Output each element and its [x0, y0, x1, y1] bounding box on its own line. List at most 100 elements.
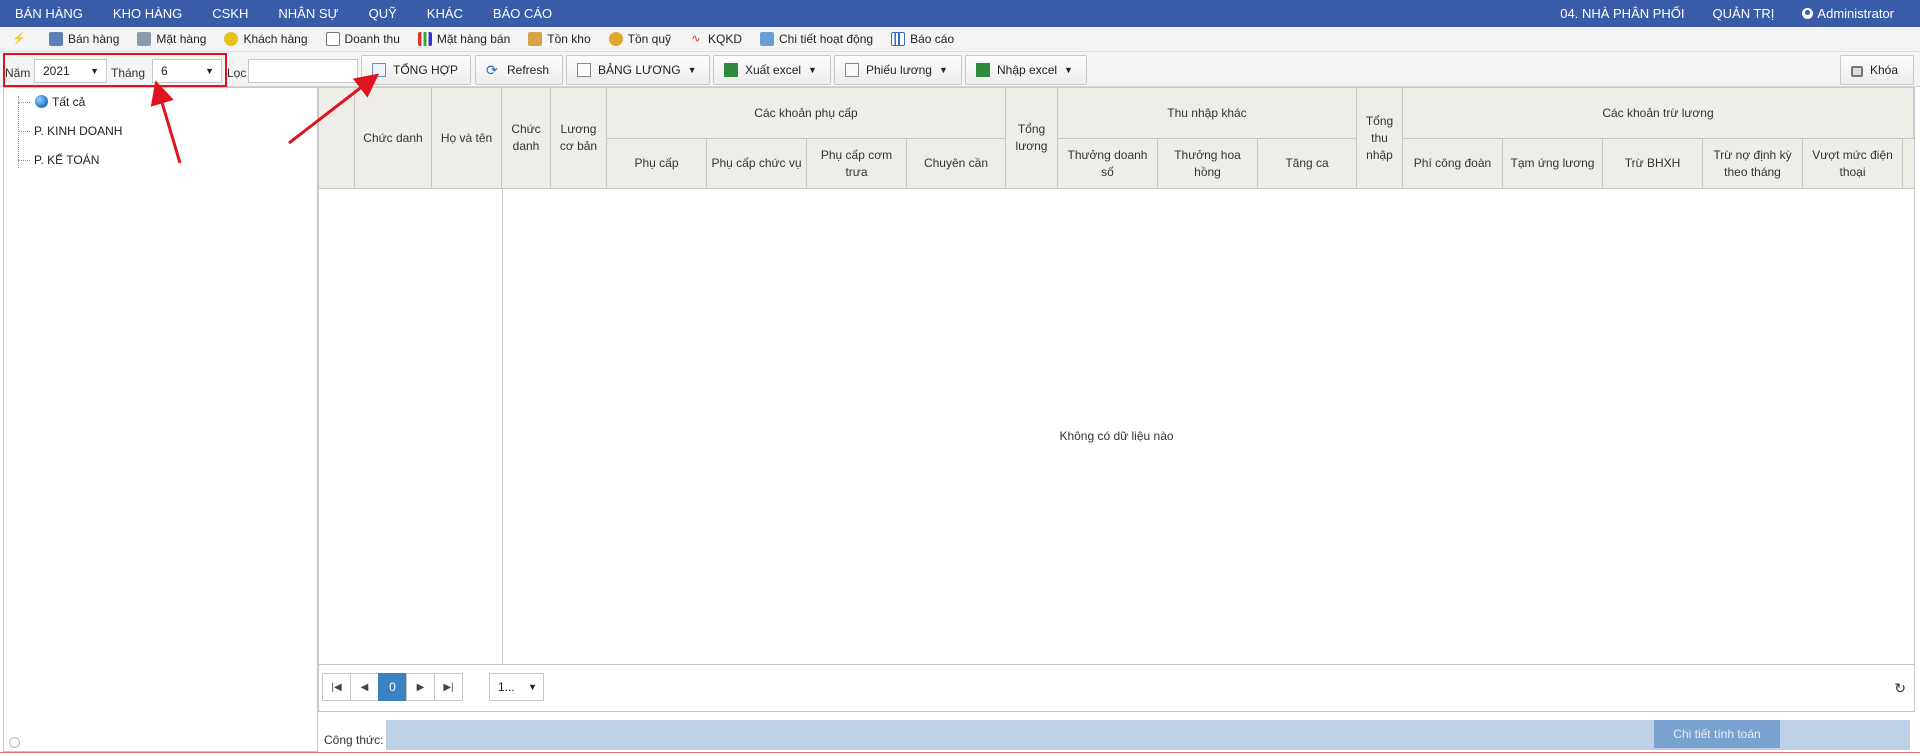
header-group-tru-luong: Các khoản trừ lương	[1403, 88, 1914, 139]
pulse-icon: ∿	[691, 33, 701, 45]
menu-bao-cao[interactable]: BÁO CÁO	[478, 0, 567, 27]
quick-ton-kho[interactable]: Tồn kho	[528, 32, 591, 46]
menu-cskh[interactable]: CSKH	[197, 0, 263, 27]
tree-node-ke-toan[interactable]: P. KẾ TOÁN	[34, 153, 99, 167]
header-vuot-muc-dien-thoai[interactable]: Vượt mức điện thoại	[1803, 139, 1903, 189]
quick-bao-cao[interactable]: Báo cáo	[891, 32, 954, 46]
bang-luong-button[interactable]: BẢNG LƯƠNG ▼	[566, 55, 710, 85]
user-icon	[1802, 8, 1814, 19]
column-divider	[502, 189, 503, 664]
coins-icon	[608, 32, 623, 46]
document-icon	[577, 63, 591, 77]
quick-ban-hang[interactable]: Bán hàng	[49, 32, 119, 46]
quick-chi-tiet-hoat-dong[interactable]: Chi tiết hoạt động	[760, 32, 873, 46]
tree-line	[18, 102, 30, 103]
header-tru-no-dinh-ky[interactable]: Trừ nợ định kỳ theo tháng	[1703, 139, 1803, 189]
menu-quy[interactable]: QUỸ	[354, 0, 412, 27]
header-tru-bhxh[interactable]: Trừ BHXH	[1603, 139, 1703, 189]
last-page-button[interactable]: ▶|	[434, 673, 463, 701]
tree-node-all[interactable]: Tất cả	[35, 95, 85, 109]
chevron-down-icon: ▼	[687, 65, 697, 75]
header-tam-ung-luong[interactable]: Tạm ứng lương	[1503, 139, 1603, 189]
quick-bar: ⚡ Bán hàng Mặt hàng Khách hàng Doanh thu…	[0, 27, 1920, 52]
refresh-button[interactable]: ⟳ Refresh	[475, 55, 563, 85]
filter-label: Lọc	[227, 66, 247, 80]
header-tang-ca[interactable]: Tăng ca	[1258, 139, 1357, 189]
user-menu[interactable]: Administrator	[1788, 6, 1908, 21]
menu-khac[interactable]: KHÁC	[412, 0, 478, 27]
department-tree: Tất cả P. KINH DOANH P. KẾ TOÁN	[3, 87, 318, 752]
top-menu: BÁN HÀNG KHO HÀNG CSKH NHÂN SỰ QUỸ KHÁC …	[0, 0, 567, 27]
quick-doanh-thu[interactable]: Doanh thu	[325, 32, 400, 46]
header-thuong-hoa-hong[interactable]: Thưởng hoa hồng	[1158, 139, 1258, 189]
chevron-down-icon: ▼	[205, 66, 214, 76]
toolbar: Năm 2021 ▼ Tháng 6 ▼ Lọc TỔNG HỢP ⟳ Refresh…	[0, 52, 1920, 87]
header-phi-cong-doan[interactable]: Phí công đoàn	[1403, 139, 1503, 189]
tree-line	[18, 131, 30, 132]
header-chuc-danh[interactable]: Chức danh	[355, 88, 432, 189]
search-icon[interactable]	[9, 737, 20, 748]
khoa-button[interactable]: Khóa	[1840, 55, 1914, 85]
quick-mat-hang-ban[interactable]: Mặt hàng bán	[417, 32, 510, 46]
menu-nhan-su[interactable]: NHÂN SỰ	[263, 0, 353, 27]
month-select[interactable]: 6 ▼	[152, 59, 222, 83]
refresh-icon: ⟳	[486, 62, 498, 78]
empty-message: Không có dữ liệu nào	[1059, 429, 1174, 443]
top-right: 04. NHÀ PHÂN PHỐI QUẢN TRỊ Administrator	[1546, 0, 1908, 27]
top-nav: BÁN HÀNG KHO HÀNG CSKH NHÂN SỰ QUỸ KHÁC …	[0, 0, 1920, 27]
current-page[interactable]: 0	[378, 673, 407, 701]
chevron-down-icon: ▼	[1064, 65, 1073, 75]
header-luong-co-ban[interactable]: Lương cơ bản	[551, 88, 607, 189]
stock-icon	[528, 32, 543, 46]
user-name: Administrator	[1817, 6, 1894, 21]
quick-mat-hang[interactable]: Mặt hàng	[137, 32, 206, 46]
admin-link[interactable]: QUẢN TRỊ	[1699, 6, 1789, 21]
filter-input[interactable]	[248, 59, 358, 83]
revenue-icon	[325, 32, 340, 46]
tree-line	[18, 96, 19, 168]
globe-icon	[35, 95, 48, 108]
header-chuc-danh-2[interactable]: Chức danh	[502, 88, 551, 189]
prev-page-button[interactable]: ◀	[350, 673, 379, 701]
header-phu-cap[interactable]: Phụ cấp	[607, 139, 707, 189]
grid-header: Chức danh Họ và tên Chức danh Lương cơ b…	[319, 88, 1914, 189]
customer-icon	[224, 32, 239, 46]
reload-icon[interactable]: ↻	[1894, 680, 1906, 697]
chevron-down-icon: ▼	[90, 66, 99, 76]
year-select[interactable]: 2021 ▼	[34, 59, 107, 83]
branch-link[interactable]: 04. NHÀ PHÂN PHỐI	[1546, 6, 1698, 21]
menu-kho-hang[interactable]: KHO HÀNG	[98, 0, 197, 27]
header-chuyen-can[interactable]: Chuyên cần	[907, 139, 1006, 189]
menu-ban-hang[interactable]: BÁN HÀNG	[0, 0, 98, 27]
chart-icon	[417, 32, 432, 46]
xuat-excel-button[interactable]: Xuất excel ▼	[713, 55, 831, 85]
sale-icon	[49, 32, 63, 46]
header-tong-luong[interactable]: Tổng lương	[1006, 88, 1058, 189]
excel-icon	[976, 63, 990, 77]
tong-hop-button[interactable]: TỔNG HỢP	[361, 55, 471, 85]
next-page-button[interactable]: ▶	[406, 673, 435, 701]
header-thuong-doanh-so[interactable]: Thưởng doanh số	[1058, 139, 1158, 189]
tree-node-kinh-doanh[interactable]: P. KINH DOANH	[34, 124, 122, 138]
header-group-thu-nhap-khac: Thu nhập khác	[1058, 88, 1357, 139]
calc-detail-button[interactable]: Chi tiết tính toán	[1654, 720, 1780, 748]
quick-ton-quy[interactable]: Tồn quỹ	[608, 32, 671, 46]
year-label: Năm	[5, 66, 31, 80]
lightning-icon[interactable]: ⚡	[12, 32, 31, 46]
first-page-button[interactable]: |◀	[322, 673, 351, 701]
phieu-luong-button[interactable]: Phiếu lương ▼	[834, 55, 962, 85]
chevron-down-icon: ▼	[528, 682, 537, 692]
page-size-select[interactable]: 1... ▼	[489, 673, 544, 701]
nhap-excel-button[interactable]: Nhập excel ▼	[965, 55, 1087, 85]
quick-khach-hang[interactable]: Khách hàng	[224, 32, 308, 46]
quick-kqkd[interactable]: ∿ KQKD	[689, 32, 742, 46]
header-tong-thu-nhap[interactable]: Tổng thu nhập	[1357, 88, 1403, 189]
header-phu-cap-com-trua[interactable]: Phụ cấp cơm trưa	[807, 139, 907, 189]
document-arrow-icon	[372, 63, 386, 77]
chevron-down-icon: ▼	[938, 65, 948, 75]
month-label: Tháng	[111, 66, 146, 80]
activity-icon	[760, 32, 775, 46]
formula-bar: Công thức: Chi tiết tính toán	[318, 716, 1915, 750]
header-phu-cap-chuc-vu[interactable]: Phụ cấp chức vụ	[707, 139, 807, 189]
header-ho-va-ten[interactable]: Họ và tên	[432, 88, 502, 189]
